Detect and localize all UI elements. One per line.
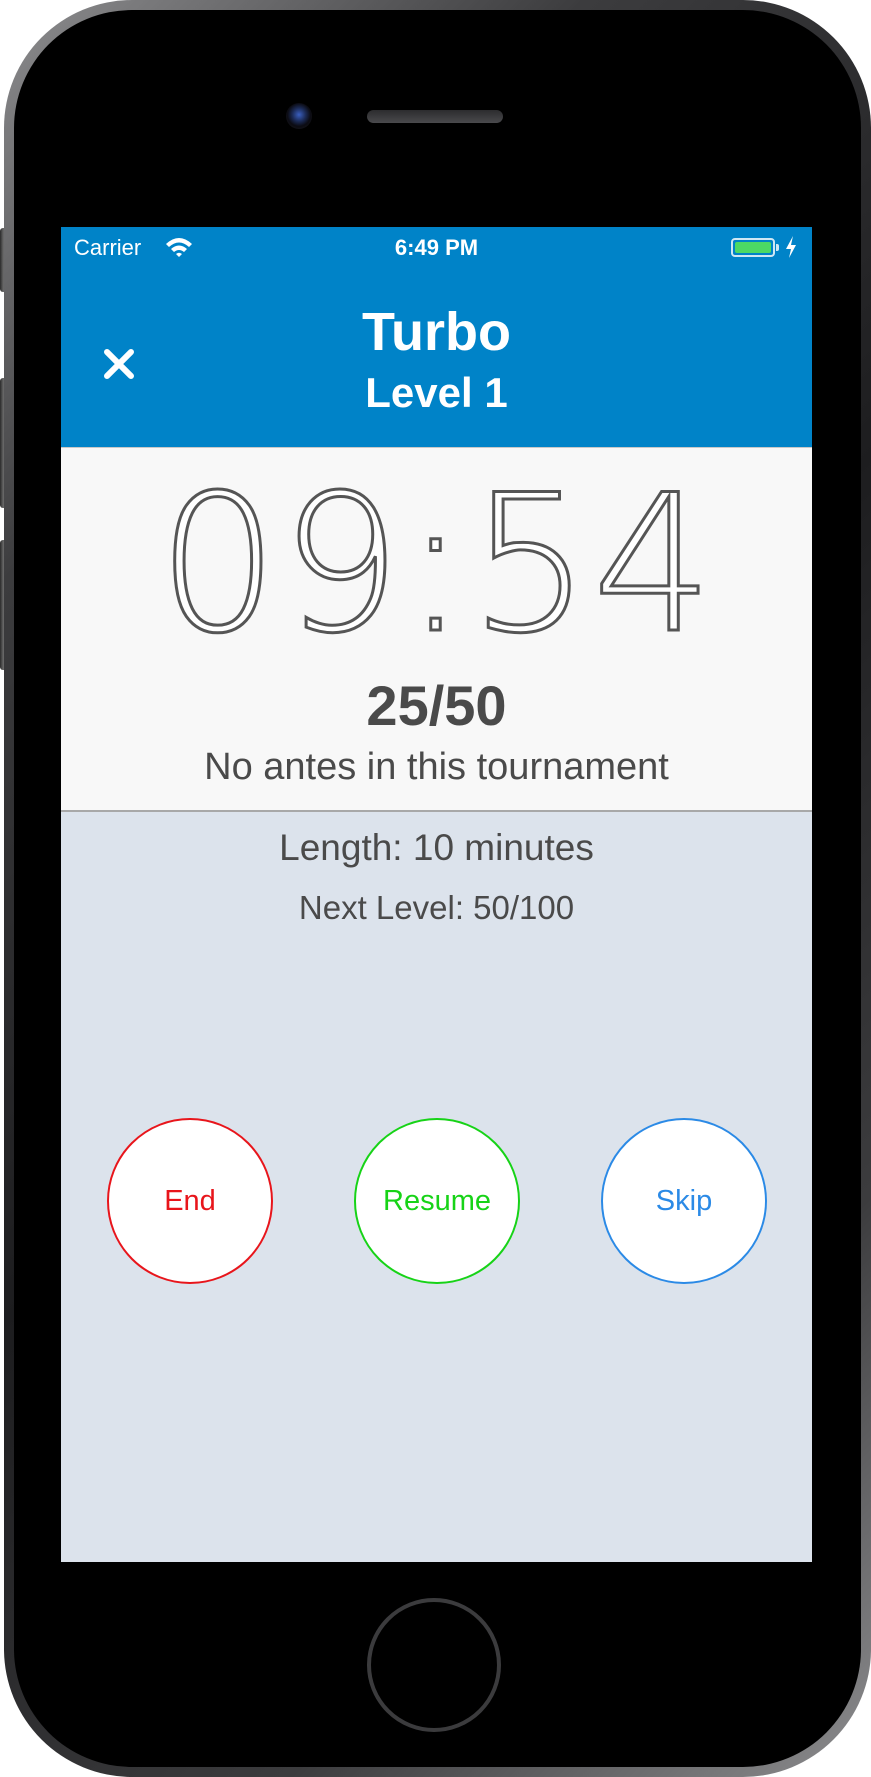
- end-button[interactable]: End: [107, 1118, 273, 1284]
- status-bar: Carrier 6:49 PM: [61, 227, 812, 267]
- charging-bolt-icon: [786, 236, 796, 258]
- app-screen: Carrier 6:49 PM Turbo Level 1 09:54 25/5…: [61, 227, 812, 1562]
- battery-tip: [776, 244, 779, 251]
- battery-level: [735, 242, 771, 253]
- earpiece-speaker: [367, 110, 503, 123]
- resume-button[interactable]: Resume: [354, 1118, 520, 1284]
- front-camera: [286, 103, 312, 129]
- navigation-bar: Turbo Level 1: [61, 267, 812, 447]
- countdown-timer: 09:54: [156, 454, 716, 675]
- status-time: 6:49 PM: [394, 235, 479, 260]
- blinds-value: 25/50: [366, 674, 507, 737]
- level-title: Level 1: [365, 369, 508, 416]
- level-length: Length: 10 minutes: [279, 827, 594, 868]
- antes-info: No antes in this tournament: [204, 746, 669, 788]
- home-button[interactable]: [367, 1598, 501, 1732]
- battery-icon: [731, 238, 775, 257]
- next-level: Next Level: 50/100: [298, 889, 575, 926]
- tournament-title: Turbo: [362, 302, 511, 362]
- timer-panel: 09:54 25/50 No antes in this tournament: [61, 447, 812, 812]
- skip-button[interactable]: Skip: [601, 1118, 767, 1284]
